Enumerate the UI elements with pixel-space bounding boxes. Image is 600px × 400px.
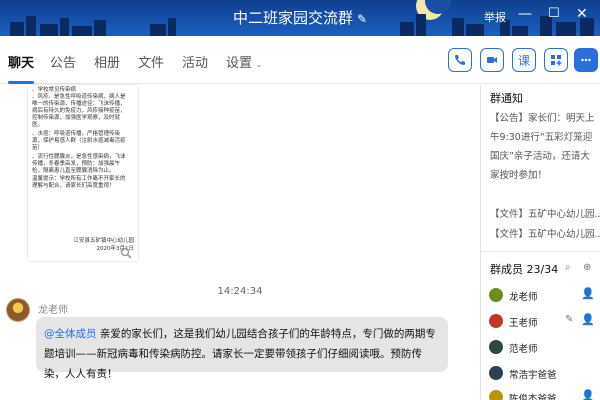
mention-all[interactable]: @全体成员 — [44, 328, 97, 340]
member-item[interactable]: 龙老师 👤 — [489, 286, 599, 306]
window-title: 中二班家园交流群 ✎ — [0, 7, 600, 28]
tab-settings[interactable]: 设置 ⌄ — [226, 52, 263, 71]
more-button[interactable] — [574, 48, 598, 72]
member-item[interactable]: 常浩宇爸爸 — [489, 364, 599, 384]
member-item[interactable]: 陈俊杰爸爸 👤 — [489, 388, 599, 400]
notice-line: 唯一的传染源，传播途径：飞沫传播， — [32, 101, 126, 107]
avatar — [489, 340, 503, 354]
tab-album[interactable]: 相册 — [94, 52, 120, 71]
chevron-down-icon: ⌄ — [255, 60, 263, 70]
notice-line: 医。 — [32, 122, 44, 128]
add-app-button[interactable] — [544, 48, 568, 72]
more-icon — [581, 58, 591, 62]
file-item[interactable]: 【文件】五矿中心幼儿园... — [490, 206, 600, 220]
add-app-icon — [551, 55, 562, 66]
class-button[interactable]: 课 — [512, 48, 536, 72]
notice-line: 传播，冬春季高发，预防：加强晨午 — [32, 161, 121, 167]
title-bar: 中二班家园交流群 ✎ 举报 — ☐ ✕ — [0, 0, 600, 36]
member-item[interactable]: 范老师 — [489, 338, 599, 358]
group-name: 中二班家园交流群 — [232, 9, 353, 27]
video-icon — [487, 57, 497, 63]
notice-line: 控制传染源，加强医学观察，及时就 — [32, 115, 121, 121]
tab-announcements[interactable]: 公告 — [50, 52, 76, 71]
edit-title-icon[interactable]: ✎ — [357, 12, 367, 26]
edit-icon[interactable]: ✎ — [565, 314, 573, 325]
notice-line: 源，保护易感人群（注射水痘减毒活疫 — [32, 138, 126, 144]
member-name: 龙老师 — [509, 292, 538, 303]
tab-activities[interactable]: 活动 — [182, 52, 208, 71]
tab-files[interactable]: 文件 — [138, 52, 164, 71]
minimize-icon[interactable]: — — [518, 6, 532, 22]
maximize-icon[interactable]: ☐ — [548, 6, 560, 21]
search-members-icon[interactable]: ⌕ — [565, 262, 571, 273]
notice-line: 理解与配合，请家长们高度重视！ — [32, 183, 115, 189]
notice-line: 、学校常见传染病 — [32, 87, 77, 93]
notice-line: 检，隔离患儿直至腮腺消除为止。 — [32, 168, 115, 174]
active-tab-indicator — [8, 81, 34, 84]
tab-bar: 聊天 公告 相册 文件 活动 设置 ⌄ 课 — [0, 36, 600, 84]
member-item[interactable]: 王老师 ✎ 👤 — [489, 312, 599, 332]
member-name: 常浩宇爸爸 — [509, 370, 557, 381]
members-title: 群成员 23/34 — [490, 263, 559, 276]
add-member-icon[interactable]: ⊕ — [583, 262, 591, 273]
admin-icon: 👤 — [581, 313, 595, 326]
notice-line: 苗） — [32, 145, 44, 151]
group-notice-title: 群通知 — [490, 92, 523, 105]
tab-settings-label: 设置 — [226, 56, 253, 71]
close-icon[interactable]: ✕ — [576, 6, 588, 22]
member-name: 范老师 — [509, 344, 538, 355]
avatar — [489, 390, 503, 400]
chat-area[interactable]: 、学校常见传染病 、风疹、是急性呼吸道传染病，病人是 唯一的传染源，传播途径：飞… — [0, 85, 480, 400]
video-call-button[interactable] — [480, 48, 504, 72]
class-icon: 课 — [517, 53, 530, 68]
tab-chat[interactable]: 聊天 — [8, 52, 34, 71]
notice-line: 病后有持久的免疫力，风疹接种疫苗， — [32, 108, 126, 114]
voice-call-button[interactable] — [448, 48, 472, 72]
notice-line: 温馨提示：学校所有工作离不开家长的 — [32, 176, 126, 182]
file-item[interactable]: 【文件】五矿中心幼儿园... — [490, 226, 600, 240]
admin-icon: 👤 — [581, 389, 595, 400]
sender-name[interactable]: 龙老师 — [38, 301, 68, 316]
zoom-icon[interactable] — [120, 247, 132, 262]
notice-line: 、流行性腮腺炎，是急性感染病，飞沫 — [32, 154, 126, 160]
magnifier-icon — [120, 247, 132, 259]
message-text: 亲爱的家长们，这是我们幼儿园结合孩子们的年龄特点，专门做的两期专题培训——新冠病… — [44, 328, 436, 380]
report-button[interactable]: 举报 — [484, 9, 506, 25]
notice-image[interactable]: 、学校常见传染病 、风疹、是急性呼吸道传染病，病人是 唯一的传染源，传播途径：飞… — [28, 85, 138, 261]
right-panel: 群通知 【公告】家长们：明天上午9:30进行“五彩灯笼迎国庆”亲子活动，还请大家… — [481, 85, 600, 400]
member-name: 陈俊杰爸爸 — [509, 394, 557, 400]
notice-signature: 江安县五矿镇中心幼儿园 — [73, 238, 134, 244]
avatar — [489, 288, 503, 302]
message-bubble[interactable]: @全体成员 亲爱的家长们，这是我们幼儿园结合孩子们的年龄特点，专门做的两期专题培… — [36, 317, 448, 380]
group-notice-text[interactable]: 【公告】家长们：明天上午9:30进行“五彩灯笼迎国庆”亲子活动，还请大家按时参加… — [490, 109, 596, 185]
avatar[interactable] — [6, 298, 30, 322]
avatar — [489, 366, 503, 380]
avatar — [489, 314, 503, 328]
divider — [481, 251, 600, 252]
notice-line: 、水痘：呼吸道传播，严格管理传染 — [32, 131, 121, 137]
message-timestamp: 14:24:34 — [217, 286, 263, 297]
admin-icon: 👤 — [581, 287, 595, 300]
notice-line: 、风疹、是急性呼吸道传染病，病人是 — [32, 94, 126, 100]
member-name: 王老师 — [509, 318, 538, 329]
phone-icon — [455, 55, 465, 65]
